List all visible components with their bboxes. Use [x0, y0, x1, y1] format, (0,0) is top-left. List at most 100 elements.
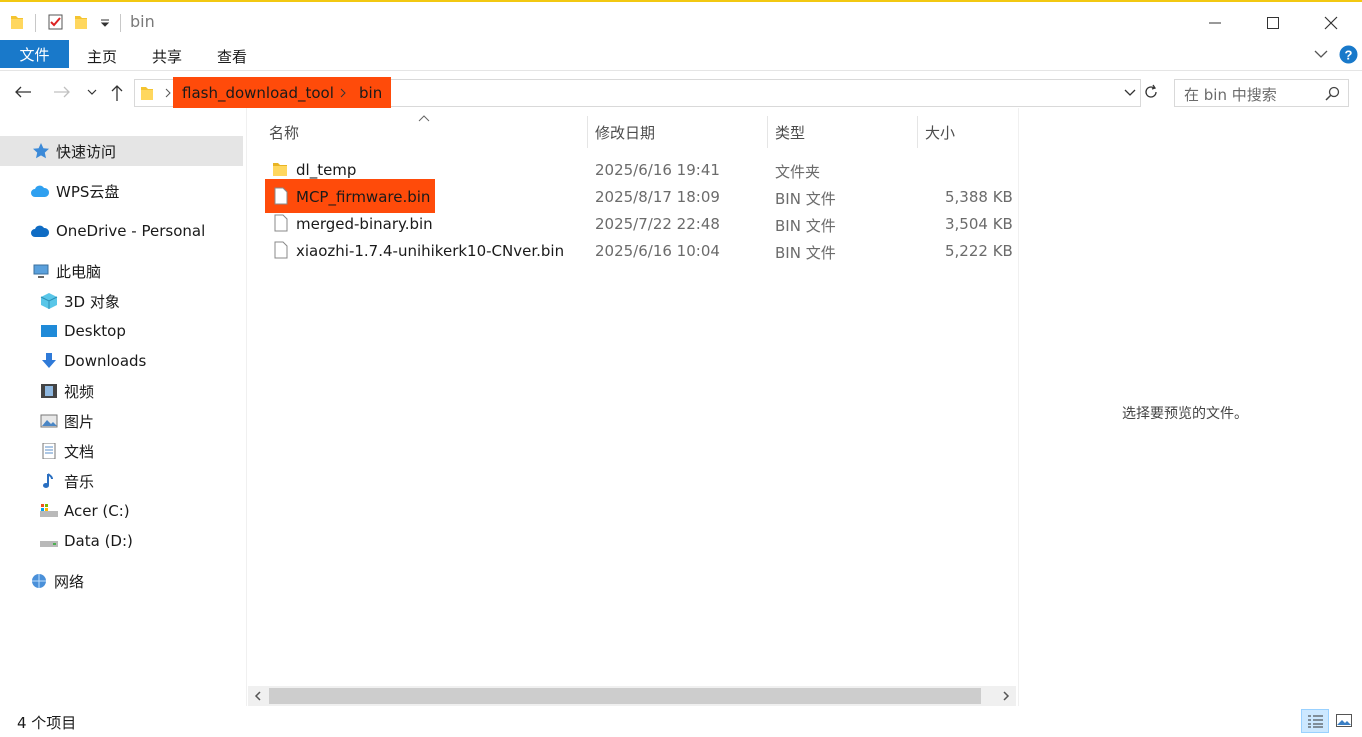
new-folder-icon[interactable] [74, 14, 88, 30]
file-date: 2025/6/16 19:41 [595, 161, 720, 179]
file-row-merged-binary[interactable]: merged-binary.bin 2025/7/22 22:48 BIN 文件… [263, 211, 1015, 238]
horizontal-scrollbar[interactable] [248, 686, 1016, 706]
separator [35, 14, 36, 32]
folder-icon [273, 163, 287, 176]
sidebar-item-wps-cloud[interactable]: WPS云盘 [0, 176, 243, 206]
file-date: 2025/6/16 10:04 [595, 242, 720, 260]
file-date: 2025/8/17 18:09 [595, 188, 720, 206]
drive-d-icon [40, 541, 58, 547]
details-view-button[interactable] [1301, 709, 1329, 733]
minimize-button[interactable] [1186, 4, 1244, 42]
sidebar-item-videos[interactable]: 视频 [0, 376, 243, 406]
svg-text:?: ? [1345, 48, 1353, 63]
sidebar-item-this-pc[interactable]: 此电脑 [0, 256, 243, 286]
chevron-right-icon [165, 88, 171, 98]
file-size: 5,388 KB [945, 188, 1013, 206]
large-icons-view-icon [1336, 714, 1352, 727]
address-dropdown-icon[interactable] [1124, 89, 1136, 97]
file-size: 3,504 KB [945, 215, 1013, 233]
file-type: 文件夹 [775, 163, 821, 181]
file-icon [274, 214, 288, 232]
maximize-button[interactable] [1244, 4, 1302, 42]
window-title: bin [130, 12, 155, 31]
file-type: BIN 文件 [775, 217, 836, 235]
file-row-xiaozhi[interactable]: xiaozhi-1.7.4-unihikerk10-CNver.bin 2025… [263, 238, 1015, 265]
column-separator[interactable] [767, 116, 768, 148]
sidebar-item-pictures[interactable]: 图片 [0, 406, 243, 436]
column-header-name[interactable]: 名称 [269, 122, 299, 143]
scrollbar-thumb[interactable] [269, 688, 981, 704]
file-name: MCP_firmware.bin [296, 188, 431, 206]
sidebar-item-desktop[interactable]: Desktop [0, 316, 243, 346]
sidebar-item-network[interactable]: 网络 [0, 566, 243, 596]
file-name: dl_temp [296, 161, 357, 179]
scroll-right-icon[interactable] [1002, 691, 1010, 701]
tab-view[interactable]: 查看 [217, 46, 247, 67]
search-icon [1325, 86, 1340, 101]
file-size: 5,222 KB [945, 242, 1013, 260]
title-bar[interactable]: bin [0, 2, 1362, 40]
column-header-date[interactable]: 修改日期 [595, 122, 655, 143]
large-icons-view-button[interactable] [1331, 709, 1357, 733]
sidebar-item-drive-c[interactable]: Acer (C:) [0, 496, 243, 526]
properties-icon[interactable] [47, 13, 65, 31]
sidebar-item-music[interactable]: 音乐 [0, 466, 243, 496]
breadcrumb-bin[interactable]: bin [359, 84, 382, 102]
up-icon[interactable] [110, 84, 124, 102]
file-type: BIN 文件 [775, 190, 836, 208]
column-header-size[interactable]: 大小 [925, 122, 955, 143]
sidebar-item-documents[interactable]: 文档 [0, 436, 243, 466]
picture-icon [40, 414, 58, 428]
tab-file[interactable]: 文件 [0, 40, 69, 68]
sidebar-item-3d-objects[interactable]: 3D 对象 [0, 286, 243, 316]
video-icon [41, 384, 57, 398]
sidebar-item-quick-access[interactable]: 快速访问 [0, 136, 243, 166]
sidebar-item-drive-d[interactable]: Data (D:) [0, 526, 243, 556]
drive-c-icon [40, 504, 58, 517]
column-separator[interactable] [587, 116, 588, 148]
tab-home[interactable]: 主页 [87, 46, 117, 67]
music-icon [43, 473, 53, 488]
star-icon [33, 143, 49, 159]
onedrive-icon [31, 225, 50, 237]
file-type: BIN 文件 [775, 244, 836, 262]
scroll-left-icon[interactable] [254, 691, 262, 701]
separator [120, 14, 121, 32]
network-icon [32, 574, 46, 588]
ribbon [0, 40, 1362, 71]
chevron-right-icon [340, 88, 346, 98]
chevron-down-icon[interactable] [100, 19, 110, 27]
preview-message: 选择要预览的文件。 [1122, 406, 1248, 422]
folder-icon [11, 16, 23, 29]
back-icon[interactable] [14, 85, 32, 99]
recent-locations-icon[interactable] [87, 89, 97, 96]
search-box[interactable]: 在 bin 中搜索 [1174, 79, 1349, 107]
minimize-icon [1209, 22, 1221, 24]
computer-icon [33, 264, 49, 278]
details-view-icon [1308, 715, 1323, 728]
file-icon [274, 187, 288, 205]
help-icon[interactable]: ? [1339, 45, 1358, 64]
cube-icon [40, 293, 58, 309]
download-icon [42, 353, 56, 368]
status-item-count: 4 个项目 [17, 714, 77, 732]
file-name: merged-binary.bin [296, 215, 433, 233]
address-bar[interactable]: flash_download_tool bin [134, 77, 1141, 108]
cloud-icon [31, 185, 50, 197]
breadcrumb-flash-download-tool[interactable]: flash_download_tool [182, 84, 334, 102]
document-icon [42, 443, 56, 459]
refresh-icon[interactable] [1143, 84, 1159, 100]
folder-icon [141, 87, 153, 100]
column-separator[interactable] [917, 116, 918, 148]
sidebar-item-downloads[interactable]: Downloads [0, 346, 243, 376]
search-input[interactable]: 在 bin 中搜索 [1184, 84, 1277, 105]
sidebar-item-onedrive[interactable]: OneDrive - Personal [0, 216, 243, 246]
expand-ribbon-icon[interactable] [1314, 49, 1328, 59]
close-button[interactable] [1302, 4, 1360, 42]
file-name: xiaozhi-1.7.4-unihikerk10-CNver.bin [296, 242, 565, 260]
maximize-icon [1267, 17, 1279, 29]
file-row-mcp-firmware[interactable]: MCP_firmware.bin 2025/8/17 18:09 BIN 文件 … [263, 184, 1015, 211]
forward-icon[interactable] [53, 85, 71, 99]
tab-share[interactable]: 共享 [152, 46, 182, 67]
column-header-type[interactable]: 类型 [775, 122, 805, 143]
